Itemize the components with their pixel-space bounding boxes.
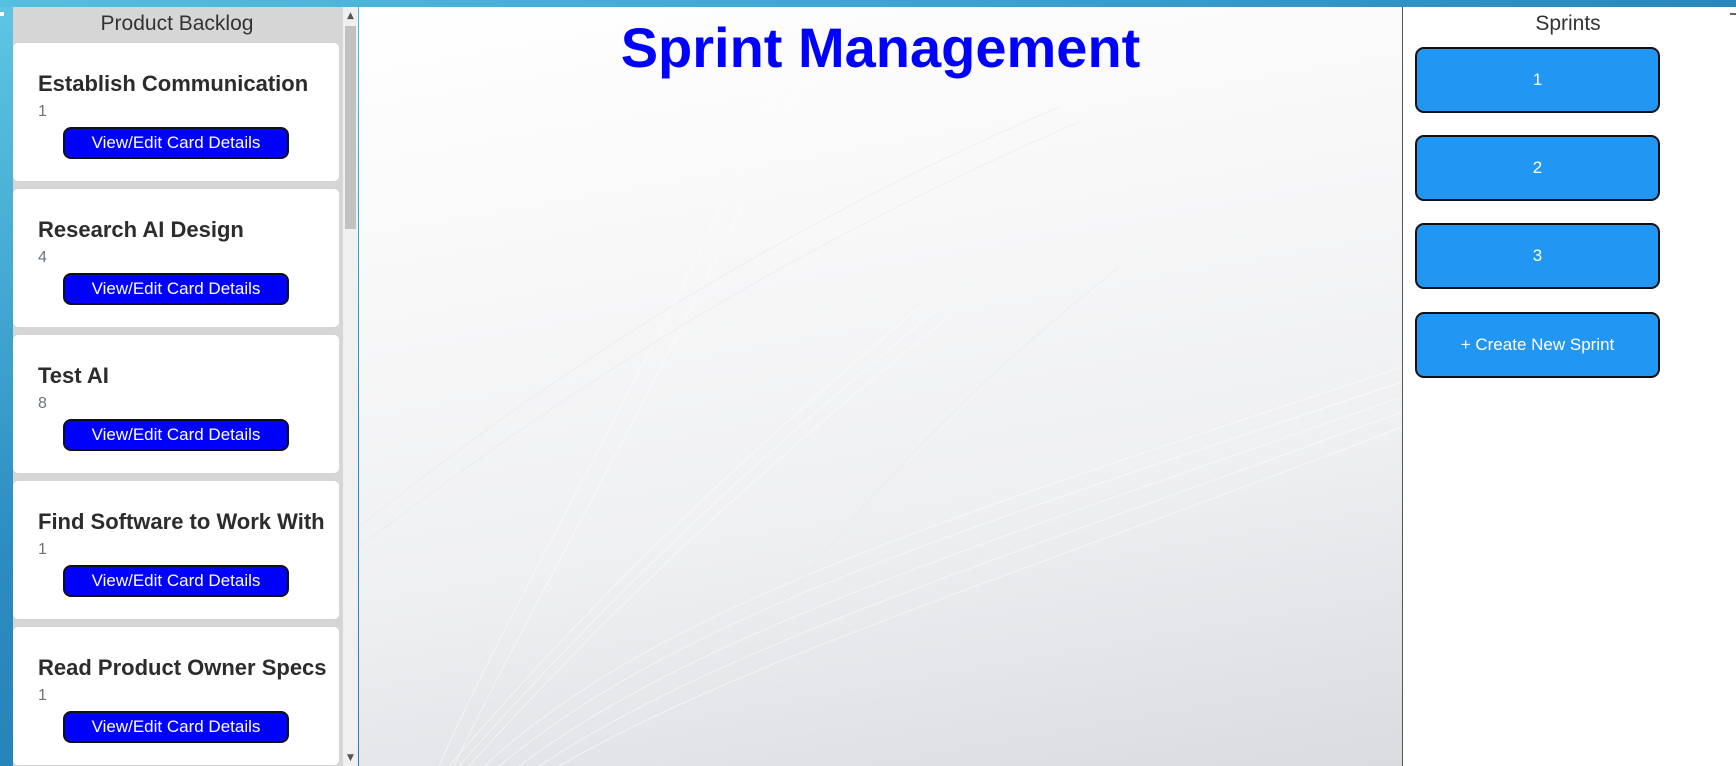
- backlog-scrollbar[interactable]: ▲ ▼: [343, 7, 358, 766]
- card-title: Find Software to Work With: [38, 509, 325, 534]
- backlog-card: Research AI Design 4 View/Edit Card Deta…: [13, 189, 339, 327]
- page-title: Sprint Management: [620, 16, 1141, 79]
- card-story-points: 1: [38, 103, 47, 120]
- sprints-header: Sprints: [1535, 12, 1601, 35]
- view-edit-card-button[interactable]: View/Edit Card Details: [63, 711, 289, 743]
- backlog-card: Establish Communication 1 View/Edit Card…: [13, 43, 339, 181]
- background-wave-pattern: [359, 86, 1402, 766]
- backlog-card-list: Establish Communication 1 View/Edit Card…: [13, 43, 341, 766]
- view-edit-card-button[interactable]: View/Edit Card Details: [63, 419, 289, 451]
- view-edit-card-button[interactable]: View/Edit Card Details: [63, 565, 289, 597]
- triangle-down-icon[interactable]: ▼: [343, 750, 358, 766]
- backlog-card: Read Product Owner Specs 1 View/Edit Car…: [13, 627, 339, 765]
- desktop-edge-mark: [0, 12, 4, 16]
- panel-corner-mark: [1730, 13, 1736, 15]
- card-story-points: 8: [38, 395, 47, 412]
- sprint-management-area: Sprint Management: [359, 7, 1402, 766]
- sprints-panel: Sprints 1 2 3 + Create New Sprint: [1402, 7, 1736, 766]
- card-title: Test AI: [38, 363, 109, 388]
- card-title: Read Product Owner Specs: [38, 655, 327, 680]
- scrollbar-thumb[interactable]: [345, 26, 356, 229]
- view-edit-card-button[interactable]: View/Edit Card Details: [63, 127, 289, 159]
- card-story-points: 4: [38, 249, 47, 266]
- card-story-points: 1: [38, 541, 47, 558]
- view-edit-card-button[interactable]: View/Edit Card Details: [63, 273, 289, 305]
- sprint-1-button[interactable]: 1: [1415, 47, 1660, 113]
- card-title: Research AI Design: [38, 217, 244, 242]
- sprint-3-button[interactable]: 3: [1415, 223, 1660, 289]
- product-backlog-panel: Product Backlog Establish Communication …: [13, 7, 358, 766]
- backlog-card: Test AI 8 View/Edit Card Details: [13, 335, 339, 473]
- window-top-strip: [0, 0, 1736, 7]
- backlog-card: Find Software to Work With 1 View/Edit C…: [13, 481, 339, 619]
- sprint-2-button[interactable]: 2: [1415, 135, 1660, 201]
- backlog-header: Product Backlog: [13, 7, 341, 41]
- card-title: Establish Communication: [38, 71, 309, 96]
- triangle-up-icon[interactable]: ▲: [343, 8, 358, 24]
- create-new-sprint-button[interactable]: + Create New Sprint: [1415, 312, 1660, 378]
- card-story-points: 1: [38, 687, 47, 704]
